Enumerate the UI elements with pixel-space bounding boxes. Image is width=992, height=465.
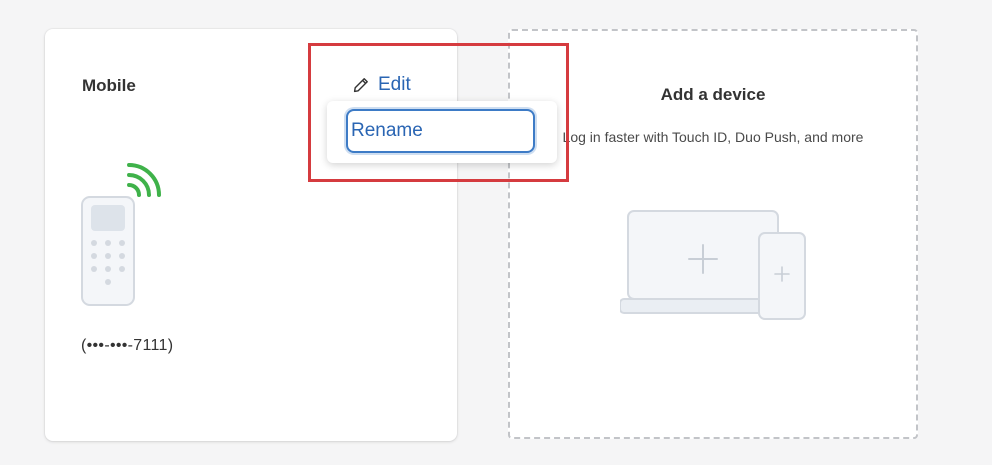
add-device-card[interactable]: Add a device Log in faster with Touch ID… <box>508 29 918 439</box>
signal-icon <box>127 163 161 197</box>
devices-icon <box>620 210 806 320</box>
device-title: Mobile <box>82 76 136 95</box>
edit-label: Edit <box>378 74 411 95</box>
rename-menu-item[interactable]: Rename <box>346 109 535 153</box>
edit-menu-popup: Rename <box>327 101 557 163</box>
device-card-mobile: Mobile Edit (•••-•••-7111) <box>45 29 457 441</box>
edit-button[interactable]: Edit <box>353 74 411 96</box>
phone-number: (•••-•••-7111) <box>81 337 174 354</box>
add-device-title: Add a device <box>660 85 766 104</box>
phone-icon <box>81 163 161 306</box>
add-device-description: Log in faster with Touch ID, Duo Push, a… <box>562 129 864 145</box>
pencil-icon <box>353 78 368 93</box>
